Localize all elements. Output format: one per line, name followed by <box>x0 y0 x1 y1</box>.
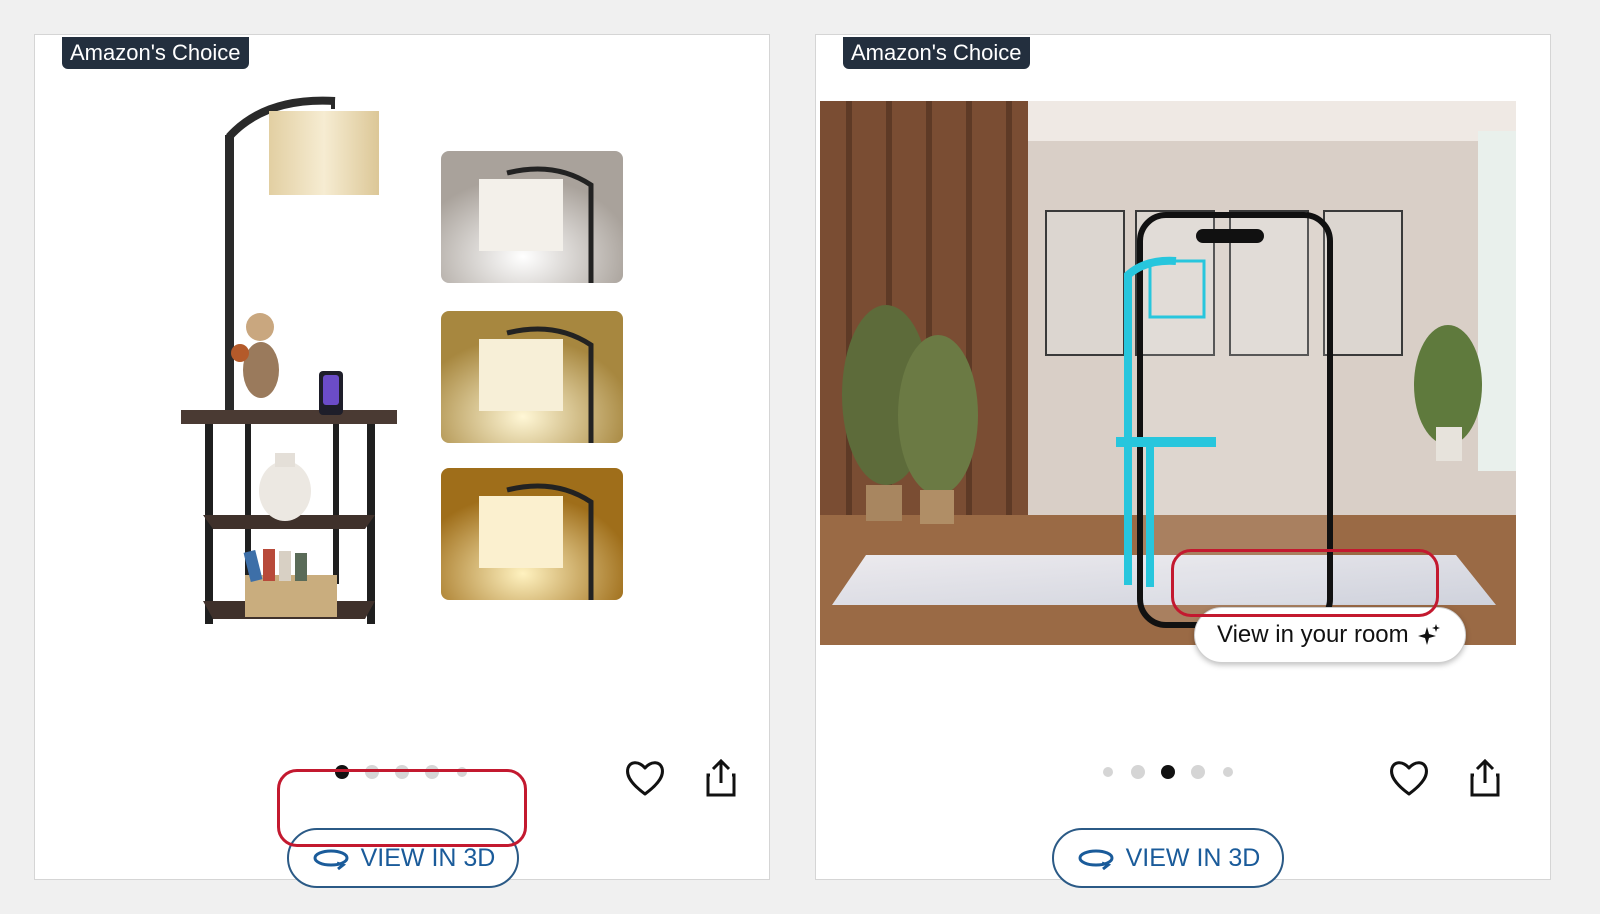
share-button[interactable] <box>698 755 744 801</box>
product-card-2: Amazon's Choice View in your room VIEW I… <box>815 34 1552 888</box>
view-in-3d-button[interactable]: VIEW IN 3D <box>1052 828 1284 888</box>
carousel-dot[interactable] <box>1131 765 1145 779</box>
wishlist-button[interactable] <box>1386 755 1432 801</box>
view-in-3d-label: VIEW IN 3D <box>1125 843 1261 872</box>
rotate-3d-icon <box>313 849 349 871</box>
carousel-dot[interactable] <box>1161 765 1175 779</box>
image-carousel-dots <box>816 760 1552 784</box>
carousel-dot[interactable] <box>1191 765 1205 779</box>
share-icon <box>1470 758 1500 797</box>
carousel-dot[interactable] <box>457 767 467 777</box>
view-in-your-room-button[interactable]: View in your room <box>1194 607 1466 663</box>
carousel-dot[interactable] <box>425 765 439 779</box>
carousel-dot[interactable] <box>1103 767 1113 777</box>
share-icon <box>706 758 736 797</box>
carousel-dot[interactable] <box>335 765 349 779</box>
amazons-choice-badge: Amazon's Choice <box>843 37 1030 69</box>
sparkle-icon <box>1417 624 1440 645</box>
rotate-3d-icon <box>1078 849 1114 871</box>
product-image-lamp-table[interactable] <box>35 35 771 715</box>
share-button[interactable] <box>1462 755 1508 801</box>
wishlist-button[interactable] <box>622 755 668 801</box>
amazons-choice-badge: Amazon's Choice <box>62 37 249 69</box>
carousel-dot[interactable] <box>365 765 379 779</box>
view-in-3d-label: VIEW IN 3D <box>360 843 496 872</box>
view-in-your-room-label: View in your room <box>1217 621 1409 648</box>
carousel-dot[interactable] <box>1223 767 1233 777</box>
carousel-dot[interactable] <box>395 765 409 779</box>
heart-icon <box>1390 761 1428 796</box>
view-in-3d-button[interactable]: VIEW IN 3D <box>287 828 519 888</box>
heart-icon <box>626 761 664 796</box>
product-card-1: Amazon's Choice VIEW IN 3D <box>34 34 771 888</box>
